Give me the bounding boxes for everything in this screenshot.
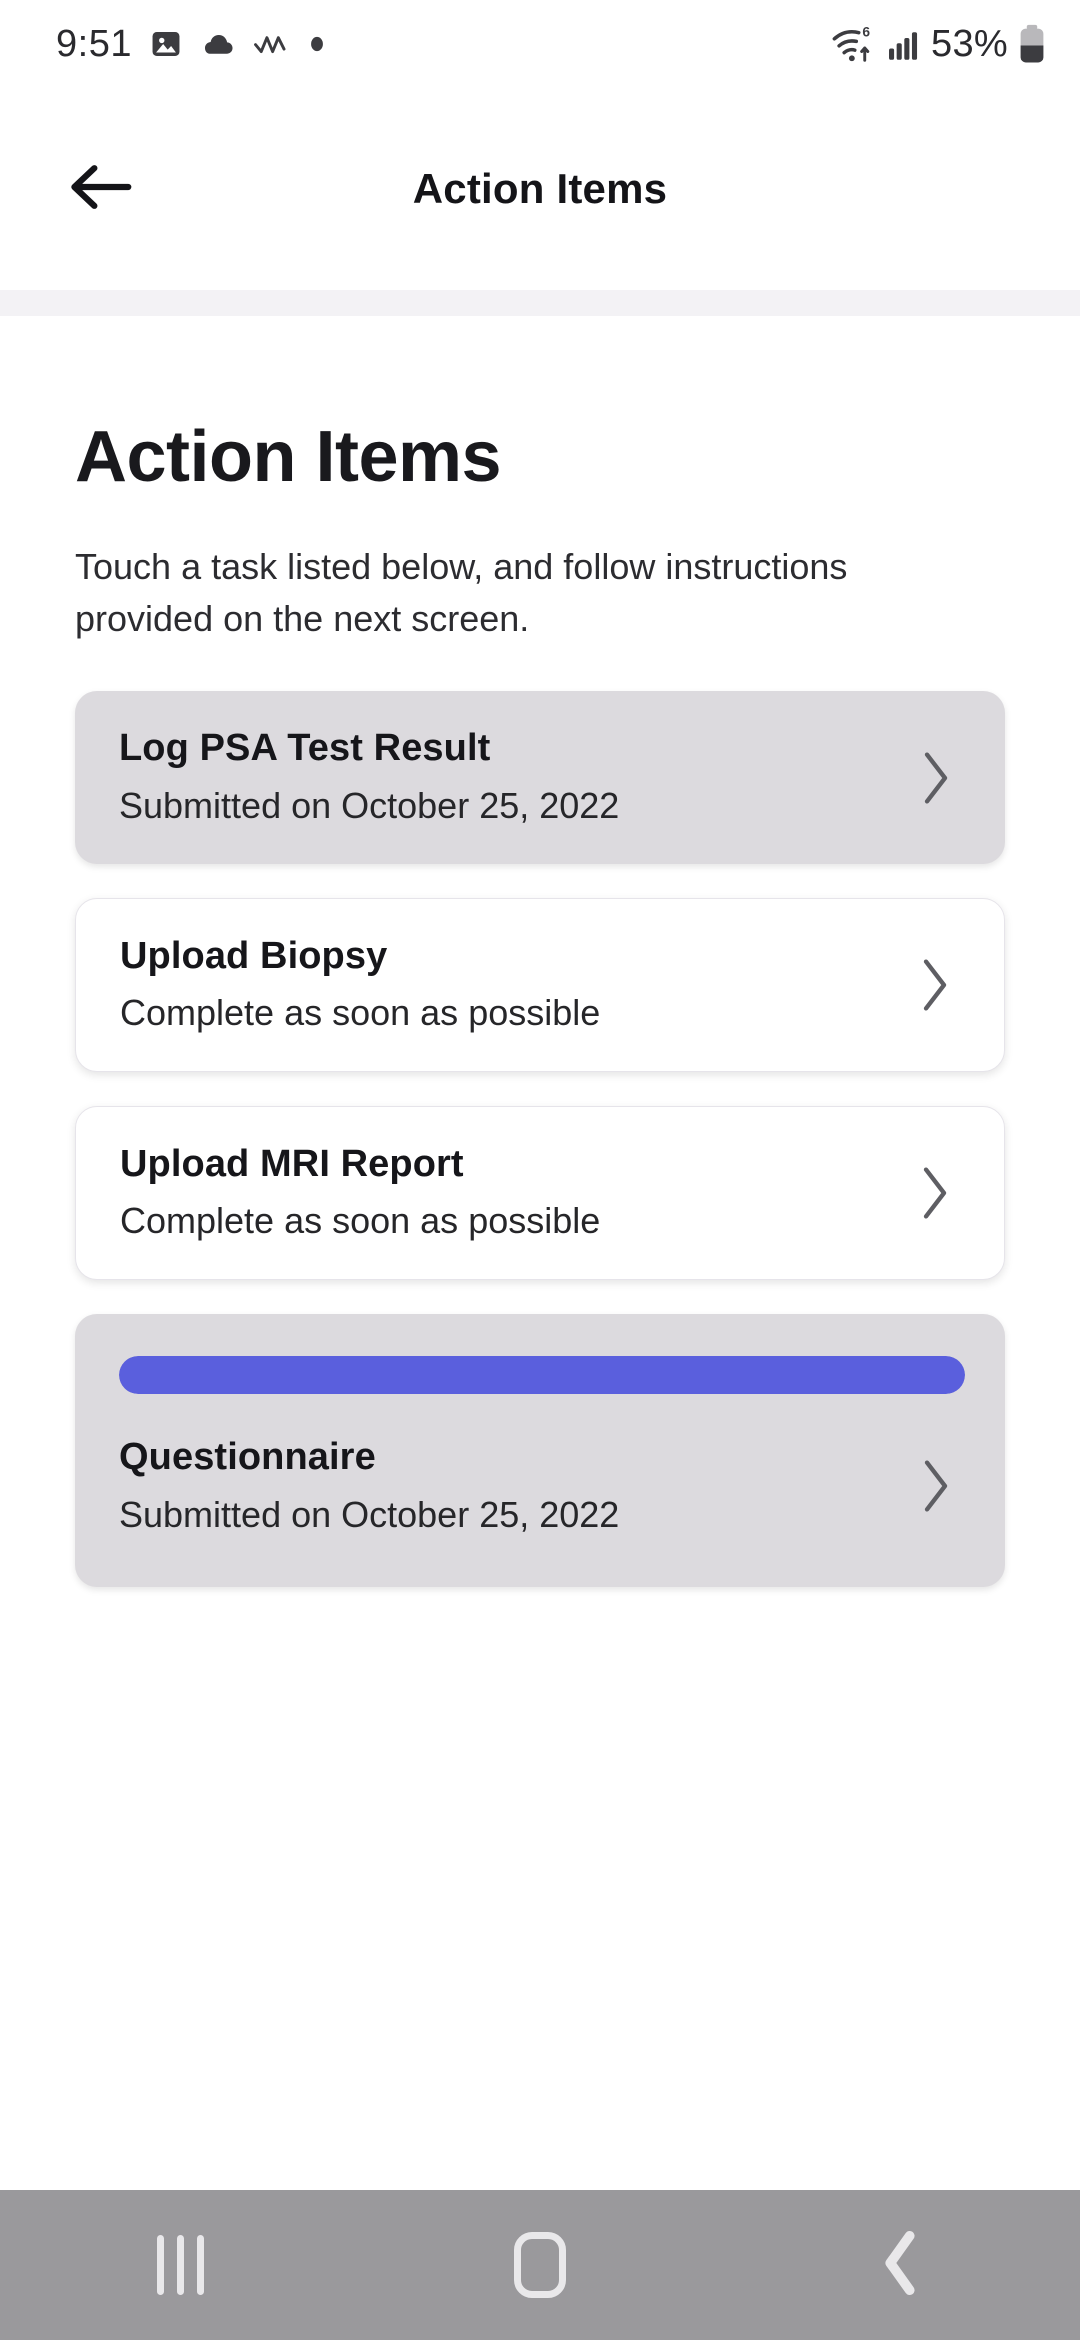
chevron-right-icon[interactable] xyxy=(907,751,965,805)
chevron-right-icon[interactable] xyxy=(906,958,964,1012)
nav-back-button[interactable] xyxy=(800,2190,1000,2340)
status-bar-right: 6 53% xyxy=(831,23,1046,66)
cloud-icon xyxy=(200,27,236,61)
header-divider xyxy=(0,290,1080,316)
card-title: Questionnaire xyxy=(119,1436,376,1479)
wifi-6-icon: 6 xyxy=(831,24,877,64)
card-row: Questionnaire Submitted on October 25, 2… xyxy=(119,1434,965,1538)
card-text: Log PSA Test Result Submitted on October… xyxy=(119,725,885,829)
card-title: Log PSA Test Result xyxy=(119,727,491,770)
chevron-right-icon[interactable] xyxy=(906,1166,964,1220)
recents-button[interactable] xyxy=(80,2190,280,2340)
svg-text:6: 6 xyxy=(862,25,870,40)
battery-icon xyxy=(1018,24,1046,64)
wave-icon xyxy=(253,31,291,57)
photo-icon xyxy=(149,27,183,61)
card-text: Upload MRI Report Complete as soon as po… xyxy=(120,1141,884,1245)
home-button[interactable] xyxy=(440,2190,640,2340)
main-content: Action Items Touch a task listed below, … xyxy=(0,316,1080,2190)
cellular-signal-icon xyxy=(887,26,921,62)
dot-icon xyxy=(308,33,326,55)
home-icon xyxy=(514,2232,566,2298)
action-item-card[interactable]: Log PSA Test Result Submitted on October… xyxy=(75,691,1005,864)
app-bar-title: Action Items xyxy=(412,165,668,212)
progress-bar xyxy=(119,1356,965,1395)
status-bar: 9:51 6 53% xyxy=(0,0,1080,88)
phone-screen: 9:51 6 53% Action Items Action Items Tou… xyxy=(0,0,1080,2340)
status-bar-left: 9:51 xyxy=(56,23,326,66)
recents-icon xyxy=(156,2235,204,2295)
app-bar: Action Items xyxy=(0,88,1080,290)
card-subtitle: Submitted on October 25, 2022 xyxy=(119,784,620,826)
page-subtitle: Touch a task listed below, and follow in… xyxy=(75,546,848,640)
card-row: Upload Biopsy Complete as soon as possib… xyxy=(120,933,964,1037)
action-item-card[interactable]: Upload MRI Report Complete as soon as po… xyxy=(75,1105,1005,1281)
back-icon xyxy=(880,2230,920,2301)
battery-percent-label: 53% xyxy=(931,22,1008,65)
back-button[interactable] xyxy=(56,145,144,233)
action-item-card[interactable]: Upload Biopsy Complete as soon as possib… xyxy=(75,897,1005,1072)
card-row: Upload MRI Report Complete as soon as po… xyxy=(120,1141,964,1245)
card-title: Upload MRI Report xyxy=(120,1142,464,1185)
progress-bar-fill xyxy=(119,1356,965,1395)
page-title: Action Items xyxy=(75,417,502,497)
card-subtitle: Complete as soon as possible xyxy=(120,1200,601,1242)
system-navigation-bar xyxy=(0,2190,1080,2340)
card-subtitle: Complete as soon as possible xyxy=(120,992,601,1034)
card-subtitle: Submitted on October 25, 2022 xyxy=(119,1493,620,1535)
status-clock: 9:51 xyxy=(56,22,132,65)
action-items-list: Log PSA Test Result Submitted on October… xyxy=(75,691,1005,1587)
card-text: Questionnaire Submitted on October 25, 2… xyxy=(119,1434,885,1538)
arrow-left-icon xyxy=(68,161,132,218)
card-title: Upload Biopsy xyxy=(120,934,388,977)
chevron-right-icon[interactable] xyxy=(907,1459,965,1513)
card-row: Log PSA Test Result Submitted on October… xyxy=(119,725,965,829)
card-text: Upload Biopsy Complete as soon as possib… xyxy=(120,933,884,1037)
action-item-card[interactable]: Questionnaire Submitted on October 25, 2… xyxy=(75,1314,1005,1587)
